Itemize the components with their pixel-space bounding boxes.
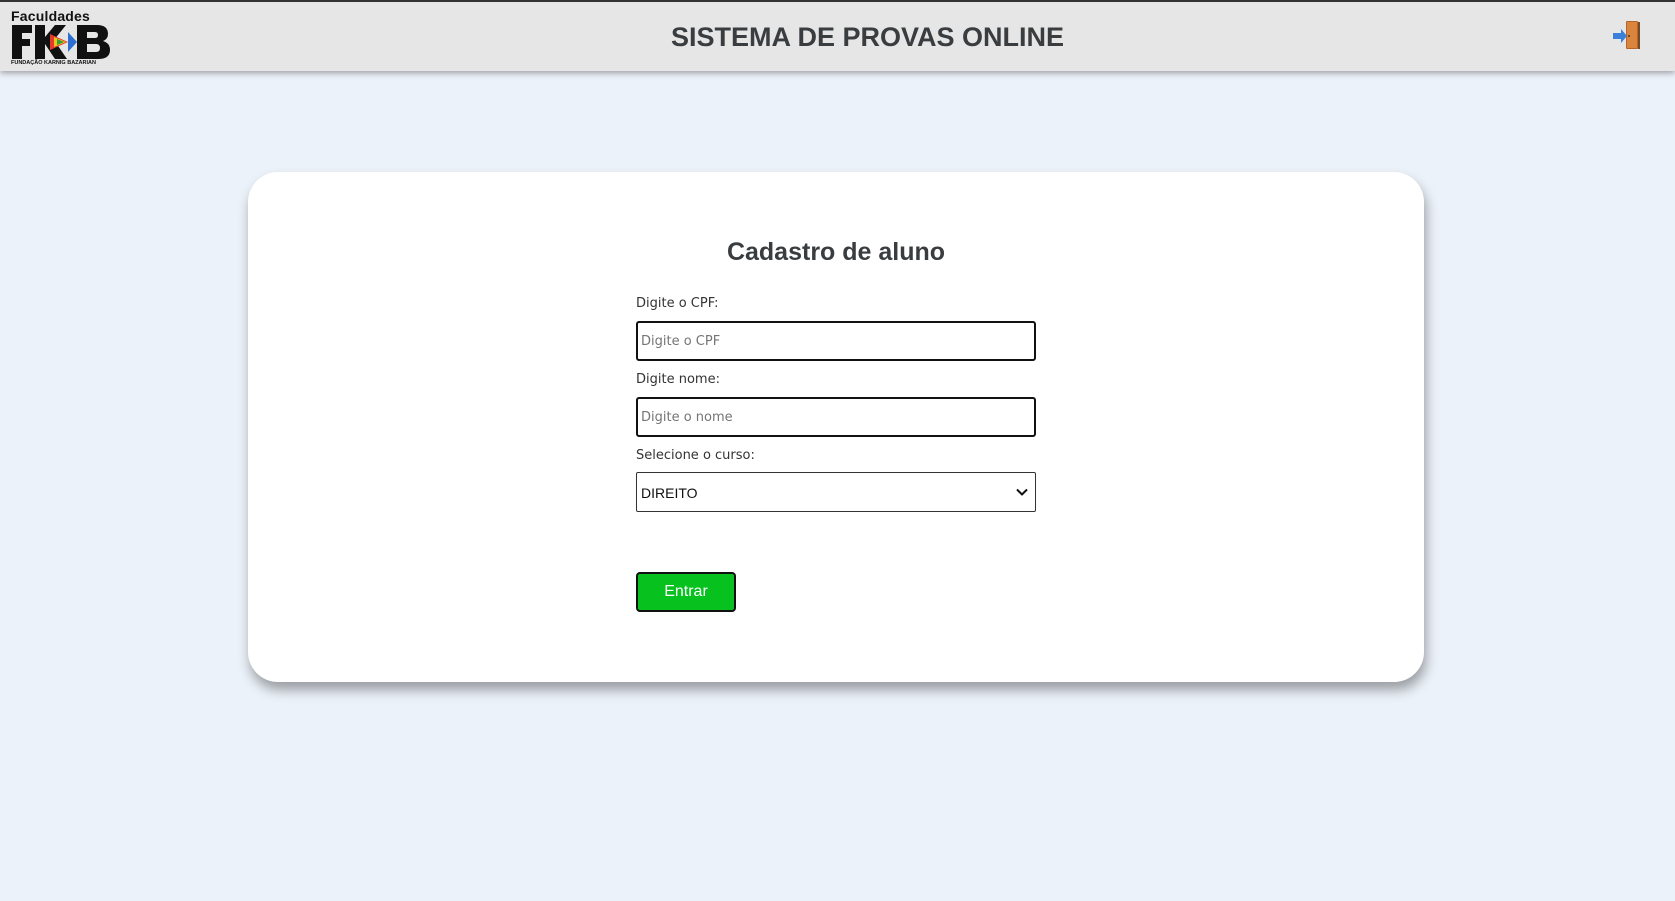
app-title: SISTEMA DE PROVAS ONLINE [670,22,1065,52]
logout-button[interactable] [1612,19,1642,53]
logo-bottom-text: FUNDAÇÃO KARNIG BAZARIAN [11,60,96,66]
exit-door-icon [1613,21,1640,49]
entrar-button[interactable]: Entrar [636,572,736,612]
nome-label: Digite nome: [636,372,720,387]
form-title: Cadastro de aluno [726,238,946,266]
top-header: Faculdades FUNDAÇÃO KARNIG BAZARIAN SIST… [0,0,1675,71]
nome-input[interactable] [636,397,1036,437]
curso-select[interactable]: DIREITO [636,472,1036,512]
registration-card: Cadastro de aluno Digite o CPF: Digite n… [248,172,1424,682]
chevron-down-icon [1016,488,1028,496]
cpf-input[interactable] [636,321,1036,361]
curso-selected-value: DIREITO [641,485,698,501]
curso-label: Selecione o curso: [636,448,755,463]
cpf-label: Digite o CPF: [636,296,719,311]
